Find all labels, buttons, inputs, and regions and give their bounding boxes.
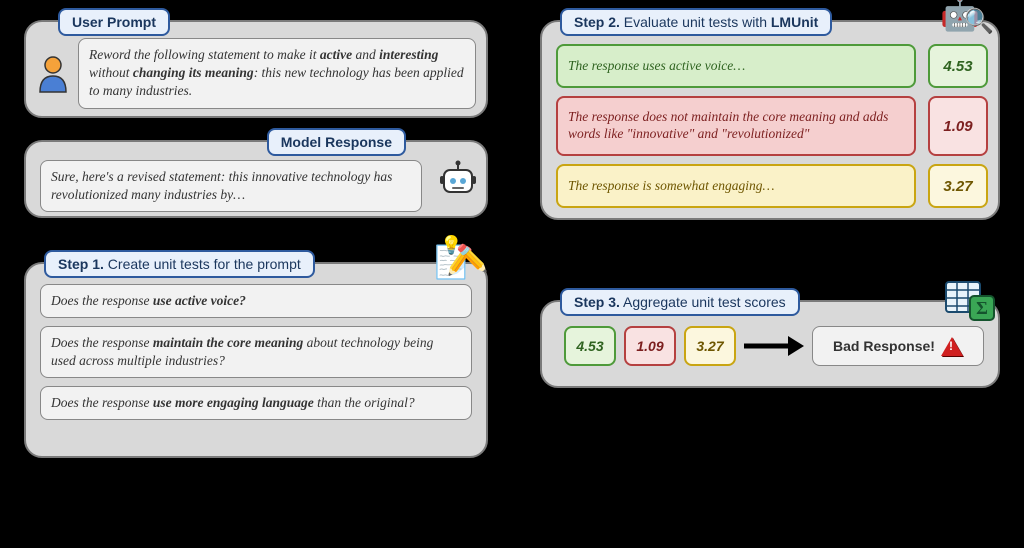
arrow-icon <box>742 330 806 362</box>
robot-magnifier-icon: 🤖 🔍 <box>940 0 996 44</box>
warning-icon <box>941 337 963 356</box>
eval-score: 4.53 <box>928 44 988 88</box>
eval-row-3: The response is somewhat engaging… 3.27 <box>556 164 988 208</box>
svg-text:Σ: Σ <box>976 298 988 318</box>
eval-text: The response uses active voice… <box>556 44 916 88</box>
user-prompt-text: Reword the following statement to make i… <box>78 38 476 109</box>
step1-title: Step 1. Create unit tests for the prompt <box>44 250 315 278</box>
step3-title: Step 3. Aggregate unit test scores <box>560 288 800 316</box>
step2-panel: Step 2. Evaluate unit tests with LMUnit … <box>540 20 1000 220</box>
agg-score-1: 4.53 <box>564 326 616 366</box>
eval-row-2: The response does not maintain the core … <box>556 96 988 156</box>
sigma-sheet-icon: Σ <box>944 278 996 322</box>
agg-score-2: 1.09 <box>624 326 676 366</box>
step3-panel: Step 3. Aggregate unit test scores Σ 4.5… <box>540 300 1000 388</box>
user-prompt-panel: User Prompt Reword the following stateme… <box>24 20 488 118</box>
model-response-panel: Model Response Sure, here's a revised st… <box>24 140 488 218</box>
unit-test-3: Does the response use more engaging lang… <box>40 386 472 420</box>
eval-score: 1.09 <box>928 96 988 156</box>
user-icon <box>36 54 70 102</box>
step1-panel: Step 1. Create unit tests for the prompt… <box>24 262 488 458</box>
notepad-pencil-icon: 📝 💡 ✏️ <box>434 240 482 284</box>
verdict-box: Bad Response! <box>812 326 984 366</box>
eval-row-1: The response uses active voice… 4.53 <box>556 44 988 88</box>
eval-score: 3.27 <box>928 164 988 208</box>
user-prompt-title: User Prompt <box>58 8 170 36</box>
robot-icon <box>438 160 478 207</box>
eval-text: The response does not maintain the core … <box>556 96 916 156</box>
unit-test-2: Does the response maintain the core mean… <box>40 326 472 378</box>
eval-text: The response is somewhat engaging… <box>556 164 916 208</box>
step2-title: Step 2. Evaluate unit tests with LMUnit <box>560 8 832 36</box>
unit-test-1: Does the response use active voice? <box>40 284 472 318</box>
model-response-title: Model Response <box>267 128 406 156</box>
model-response-text: Sure, here's a revised statement: this i… <box>40 160 422 212</box>
agg-score-3: 3.27 <box>684 326 736 366</box>
